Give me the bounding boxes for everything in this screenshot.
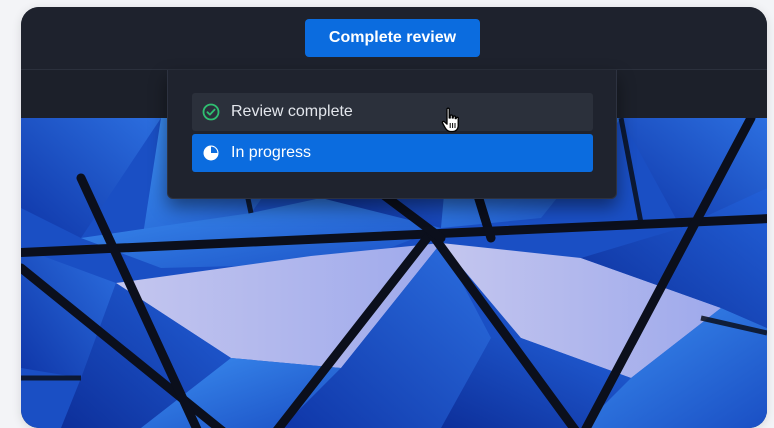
- half-circle-icon: [201, 143, 221, 163]
- check-circle-icon: [201, 102, 221, 122]
- top-toolbar: Complete review: [21, 7, 767, 70]
- review-window: Complete review Review complete In progr…: [21, 7, 767, 428]
- menu-item-review-complete[interactable]: Review complete: [192, 93, 593, 131]
- menu-item-label: Review complete: [231, 103, 353, 120]
- menu-item-label: In progress: [231, 144, 312, 161]
- menu-item-in-progress[interactable]: In progress: [192, 134, 593, 172]
- complete-review-button[interactable]: Complete review: [305, 19, 480, 57]
- status-dropdown: Review complete In progress: [167, 70, 617, 199]
